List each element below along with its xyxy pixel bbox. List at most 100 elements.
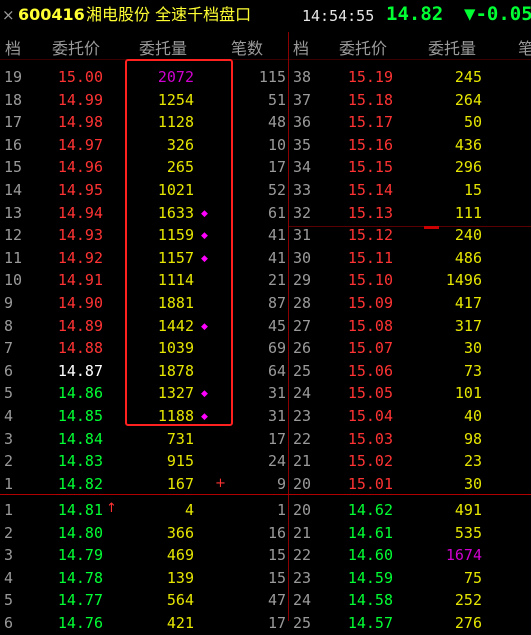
ask-volume-right: 30 xyxy=(463,474,482,493)
ask-level-right: 25 xyxy=(293,361,312,380)
ask-price: 14.89 xyxy=(57,316,103,335)
ask-volume-right: 417 xyxy=(454,294,482,312)
bid-level: 2 xyxy=(4,523,14,542)
bid-level-right: 22 xyxy=(293,546,312,565)
ask-volume-right: 317 xyxy=(454,316,482,335)
header-level: 档 xyxy=(5,39,22,58)
ask-price: 14.96 xyxy=(57,158,103,177)
ask-volume-right: 240 xyxy=(454,226,482,245)
ask-price: 14.82 xyxy=(57,474,103,493)
header-price: 委托价 xyxy=(52,39,101,58)
ask-volume: 167 xyxy=(166,474,194,493)
ask-price-right: 15.19 xyxy=(347,68,393,86)
ask-price: 14.94 xyxy=(57,203,103,222)
ask-level: 13 xyxy=(4,203,23,222)
bid-level-right: 21 xyxy=(293,523,312,542)
ask-level-right: 27 xyxy=(293,316,312,335)
ask-count: 31 xyxy=(267,384,286,403)
ask-level: 1 xyxy=(4,474,14,493)
bid-level-right: 24 xyxy=(293,591,312,610)
bid-price-right: 14.59 xyxy=(347,568,393,587)
ask-level-right: 29 xyxy=(293,271,312,290)
ask-level: 17 xyxy=(4,113,23,132)
plus-icon: + xyxy=(215,475,226,491)
bid-count: 16 xyxy=(267,523,286,542)
ask-level: 3 xyxy=(4,429,14,448)
ask-price: 14.95 xyxy=(57,181,103,199)
bid-count: 47 xyxy=(267,591,286,610)
highlight-box xyxy=(125,59,233,426)
ask-count: 45 xyxy=(267,316,286,335)
ask-price-right: 15.10 xyxy=(347,271,393,290)
ask-price-right: 15.11 xyxy=(347,248,393,267)
header-volume: 委托量 xyxy=(139,39,188,58)
bid-price: 14.78 xyxy=(57,568,103,587)
ask-level-right: 21 xyxy=(293,452,312,471)
bid-price: 14.80 xyxy=(57,523,103,542)
ask-volume-right: 15 xyxy=(463,181,482,199)
bid-volume: 366 xyxy=(166,523,194,542)
ask-level: 18 xyxy=(4,90,23,109)
right-section-divider xyxy=(289,226,531,227)
title-bar: × 600416 湘电股份 全速千档盘口 14:54:55 14.82 ▼-0.… xyxy=(0,0,531,30)
up-arrow-icon: ↑ xyxy=(106,501,117,516)
ask-price-right: 15.13 xyxy=(347,203,393,222)
bid-price-right: 14.58 xyxy=(347,591,393,610)
bid-level: 1 xyxy=(4,501,14,519)
window-title: 湘电股份 全速千档盘口 xyxy=(86,5,252,24)
bid-volume-right: 535 xyxy=(454,523,482,542)
ask-volume-right: 111 xyxy=(454,203,482,222)
ask-volume-right: 73 xyxy=(463,361,482,380)
ask-price: 14.90 xyxy=(57,294,103,312)
ask-volume-right: 296 xyxy=(454,158,482,177)
ask-level: 8 xyxy=(4,316,14,335)
close-icon[interactable]: × xyxy=(2,4,15,26)
header-divider xyxy=(0,59,531,60)
bid-price: 14.76 xyxy=(57,614,103,632)
price-change: ▼-0.05 xyxy=(464,3,531,25)
ask-level-right: 35 xyxy=(293,135,312,154)
ask-volume-right: 30 xyxy=(463,339,482,358)
ask-count: 24 xyxy=(267,452,286,471)
bid-volume: 421 xyxy=(166,614,194,632)
stock-code: 600416 xyxy=(18,5,85,24)
bid-price-right: 14.60 xyxy=(347,546,393,565)
ask-price-right: 15.14 xyxy=(347,181,393,199)
ask-price: 14.97 xyxy=(57,135,103,154)
ask-price: 14.92 xyxy=(57,248,103,267)
ask-level: 11 xyxy=(4,248,23,267)
bid-level: 6 xyxy=(4,614,14,632)
ask-volume-right: 23 xyxy=(463,452,482,471)
bid-price-right: 14.62 xyxy=(347,501,393,519)
ask-volume-right: 245 xyxy=(454,68,482,86)
ask-price: 14.88 xyxy=(57,339,103,358)
bid-price: 14.81 xyxy=(57,501,103,519)
bid-volume-right: 276 xyxy=(454,614,482,632)
ask-price: 15.00 xyxy=(57,68,103,86)
ask-level-right: 34 xyxy=(293,158,312,177)
ask-level: 7 xyxy=(4,339,14,358)
ask-level: 10 xyxy=(4,271,23,290)
ask-count: 17 xyxy=(267,158,286,177)
ask-count: 41 xyxy=(267,226,286,245)
bid-volume-right: 75 xyxy=(463,568,482,587)
ask-count: 31 xyxy=(267,407,286,425)
ask-price: 14.85 xyxy=(57,407,103,425)
ask-level: 16 xyxy=(4,135,23,154)
ask-price: 14.91 xyxy=(57,271,103,290)
column-header-row: 档 委托价 委托量 笔数 档 委托价 委托量 笔 xyxy=(0,32,531,58)
bid-level-right: 23 xyxy=(293,568,312,587)
bid-volume-right: 491 xyxy=(454,501,482,519)
ask-volume-right: 101 xyxy=(454,384,482,403)
bid-volume: 4 xyxy=(184,501,194,519)
ask-level: 4 xyxy=(4,407,14,425)
bid-level: 4 xyxy=(4,568,14,587)
ask-price-right: 15.04 xyxy=(347,407,393,425)
bid-volume-right: 1674 xyxy=(445,546,482,565)
ask-level: 2 xyxy=(4,452,14,471)
bid-level-right: 25 xyxy=(293,614,312,632)
header-volume-right: 委托量 xyxy=(428,39,477,58)
bid-volume: 564 xyxy=(166,591,194,610)
ask-price-right: 15.09 xyxy=(347,294,393,312)
bid-volume-right: 252 xyxy=(454,591,482,610)
